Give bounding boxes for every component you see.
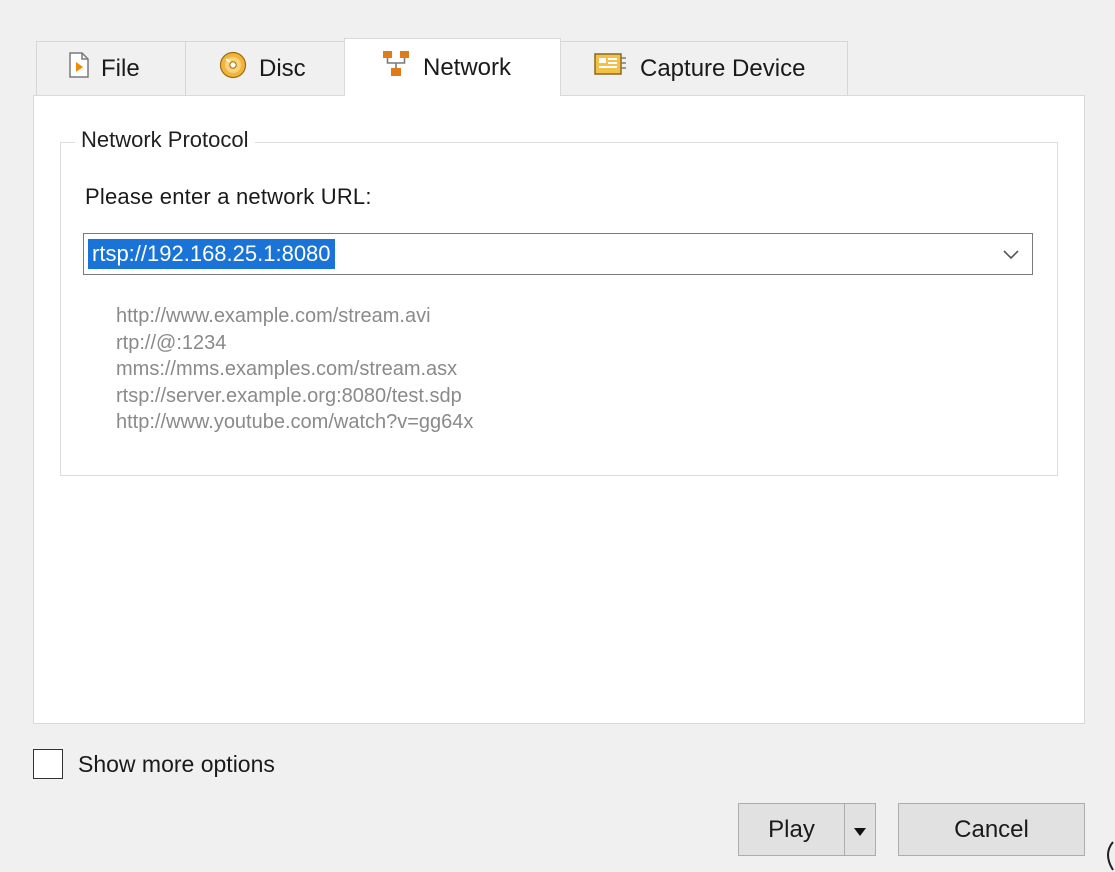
cancel-button[interactable]: Cancel [898,803,1085,856]
disc-icon [219,51,247,86]
tab-file[interactable]: File [36,41,186,95]
show-more-checkbox[interactable] [33,749,63,779]
show-more-label[interactable]: Show more options [78,751,275,778]
chevron-down-icon[interactable] [1000,243,1022,265]
capture-device-icon [594,52,628,85]
tab-capture-label: Capture Device [640,54,806,82]
open-media-dialog: File Disc Network Capture Device Network… [0,0,1115,872]
url-example: mms://mms.examples.com/stream.asx [116,358,458,380]
play-button[interactable]: Play [738,803,845,856]
tab-network-label: Network [423,53,512,81]
network-url-input[interactable]: rtsp://192.168.25.1:8080 [88,239,335,269]
tab-file-label: File [101,54,140,82]
tab-network[interactable]: Network [344,38,561,96]
cancel-button-label: Cancel [954,815,1029,843]
url-prompt: Please enter a network URL: [85,184,372,209]
play-button-label: Play [768,815,815,843]
file-play-icon [69,52,89,85]
url-example: rtsp://server.example.org:8080/test.sdp [116,384,462,407]
network-panel: Network Protocol Please enter a network … [33,95,1085,724]
show-more-options[interactable]: Show more options [33,749,275,779]
tab-bar: File Disc Network Capture Device [36,38,848,96]
window-edge-artifact [1101,840,1115,872]
tab-disc[interactable]: Disc [185,41,345,95]
url-example: http://www.example.com/stream.avi [116,305,431,327]
tab-disc-label: Disc [259,54,306,82]
url-example: rtp://@:1234 [116,331,227,354]
group-title: Network Protocol [75,127,255,153]
url-examples: http://www.example.com/stream.avi rtp://… [116,303,473,436]
caret-down-icon [853,816,867,844]
tab-capture-device[interactable]: Capture Device [560,41,848,95]
network-protocol-group: Network Protocol Please enter a network … [60,127,1058,476]
url-example: http://www.youtube.com/watch?v=gg64x [116,411,474,433]
network-url-combobox[interactable]: rtsp://192.168.25.1:8080 [83,233,1033,275]
network-icon [381,50,411,85]
play-dropdown-button[interactable] [844,803,876,856]
